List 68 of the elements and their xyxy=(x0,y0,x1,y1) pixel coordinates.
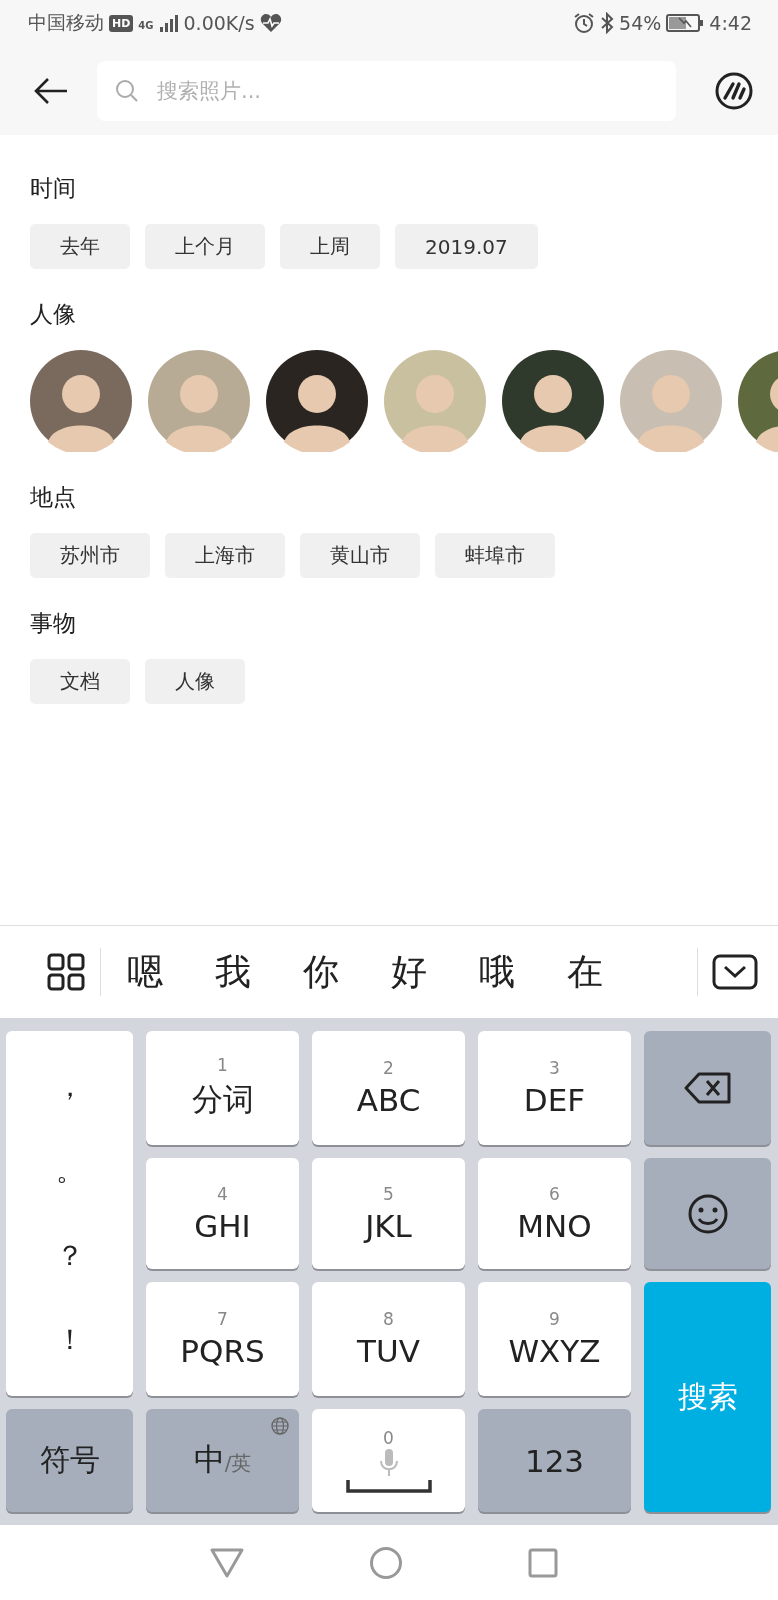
globe-icon xyxy=(271,1417,289,1435)
search-icon xyxy=(115,78,139,103)
filter-chip[interactable]: 蚌埠市 xyxy=(435,533,555,578)
filter-chip[interactable]: 人像 xyxy=(145,659,245,704)
punctuation-mark[interactable]: 。 xyxy=(55,1152,84,1191)
carrier-name: 中国移动 xyxy=(28,10,104,35)
symbols-key[interactable]: 符号 xyxy=(6,1409,133,1512)
network-speed: 0.00K/s xyxy=(183,12,255,34)
grid-menu-button[interactable] xyxy=(46,952,86,992)
back-button[interactable] xyxy=(33,75,69,106)
t9-key[interactable]: 2 ABC xyxy=(312,1031,465,1145)
candidate-word[interactable]: 嗯 xyxy=(127,947,163,997)
filter-chip[interactable]: 苏州市 xyxy=(30,533,150,578)
t9-key[interactable]: 5 JKL xyxy=(312,1158,465,1269)
candidate-word[interactable]: 哦 xyxy=(479,947,515,997)
alarm-icon xyxy=(573,12,596,34)
search-field[interactable]: 搜索照片... xyxy=(155,77,658,104)
numbers-key[interactable]: 123 xyxy=(478,1409,631,1512)
punctuation-mark[interactable]: ？ xyxy=(55,1236,84,1275)
candidate-word[interactable]: 你 xyxy=(303,947,339,997)
network-type: 4G xyxy=(138,20,154,31)
smiley-icon xyxy=(686,1192,729,1235)
bluetooth-icon xyxy=(600,12,615,34)
filter-chip[interactable]: 2019.07 xyxy=(395,224,538,269)
section-title: 事物 xyxy=(30,609,77,638)
backspace-icon xyxy=(682,1071,733,1105)
emoji-button[interactable] xyxy=(644,1158,771,1269)
heart-icon xyxy=(259,13,282,33)
t9-key[interactable]: 7 PQRS xyxy=(146,1282,299,1396)
filter-chip[interactable]: 黄山市 xyxy=(300,533,420,578)
filter-chip[interactable]: 上海市 xyxy=(165,533,285,578)
filter-chip[interactable]: 文档 xyxy=(30,659,130,704)
recents-nav-button[interactable] xyxy=(528,1547,558,1578)
t9-key[interactable]: 3 DEF xyxy=(478,1031,631,1145)
battery-percent: 54% xyxy=(619,12,662,34)
punctuation-mark[interactable]: ！ xyxy=(55,1320,84,1359)
signal-icon xyxy=(158,14,179,32)
back-nav-button[interactable] xyxy=(210,1547,244,1578)
language-key[interactable]: 中/英 xyxy=(146,1409,299,1512)
filter-chip[interactable]: 去年 xyxy=(30,224,130,269)
battery-icon xyxy=(666,14,705,32)
space-key[interactable]: 0 xyxy=(312,1409,465,1512)
t9-key[interactable]: 6 MNO xyxy=(478,1158,631,1269)
section-title: 地点 xyxy=(30,483,77,512)
candidate-word[interactable]: 我 xyxy=(215,947,251,997)
candidate-word[interactable]: 好 xyxy=(391,947,427,997)
filter-chip[interactable]: 上个月 xyxy=(145,224,265,269)
backspace-button[interactable] xyxy=(644,1031,771,1145)
space-bar-icon xyxy=(345,1477,432,1494)
hd-badge: HD xyxy=(109,14,134,32)
clock-time: 4:42 xyxy=(709,12,752,34)
filter-chip[interactable]: 上周 xyxy=(280,224,380,269)
section-title: 人像 xyxy=(30,300,77,329)
t9-key[interactable]: 4 GHI xyxy=(146,1158,299,1269)
home-nav-button[interactable] xyxy=(369,1545,403,1580)
person-avatar[interactable] xyxy=(502,350,604,452)
person-avatar[interactable] xyxy=(266,350,368,452)
punctuation-key[interactable]: ， 。 ？ ！ xyxy=(6,1031,133,1396)
microphone-icon xyxy=(378,1447,399,1478)
section-title: 时间 xyxy=(30,174,77,203)
punctuation-mark[interactable]: ， xyxy=(55,1068,84,1107)
t9-key[interactable]: 9 WXYZ xyxy=(478,1282,631,1396)
ai-lens-button[interactable] xyxy=(714,70,754,111)
search-bar[interactable]: 搜索照片... xyxy=(97,60,676,121)
hide-keyboard-button[interactable] xyxy=(712,954,758,990)
t9-key[interactable]: 1 分词 xyxy=(146,1031,299,1145)
candidate-word[interactable]: 在 xyxy=(567,947,603,997)
t9-key[interactable]: 8 TUV xyxy=(312,1282,465,1396)
